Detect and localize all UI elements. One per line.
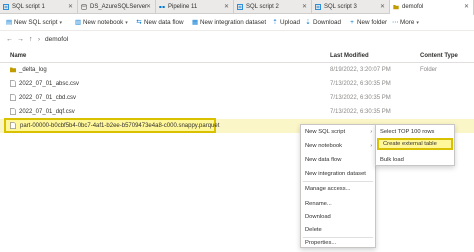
close-tab-icon[interactable]: ✕ — [380, 0, 385, 14]
download-button[interactable]: ⇣ Download — [305, 15, 341, 31]
menu-rename[interactable]: Rename... — [301, 198, 375, 210]
chevron-down-icon: ▾ — [416, 20, 419, 26]
chevron-right-icon: › — [38, 37, 40, 43]
back-icon[interactable]: ← — [6, 34, 13, 46]
menu-new-notebook[interactable]: New notebook › — [301, 140, 375, 152]
chevron-right-icon: › — [370, 129, 372, 135]
file-name: part-00000-b0cbf5b4-0bc7-4af1-b2ee-b5709… — [20, 123, 220, 129]
menu-create-external-table[interactable]: Create external table — [377, 138, 453, 150]
close-tab-icon[interactable]: ✕ — [68, 0, 73, 14]
dataset-icon — [81, 4, 87, 10]
sql-script-icon: ▤ — [6, 19, 13, 26]
breadcrumb[interactable]: demofol — [45, 34, 68, 46]
column-last-modified[interactable]: Last Modified — [330, 53, 369, 59]
new-sql-script-button[interactable]: ▤ New SQL script ▾ — [6, 15, 62, 31]
tab-demofol[interactable]: demofol ✕ — [390, 0, 474, 15]
file-modified: 7/13/2022, 6:30:35 PM — [330, 109, 391, 115]
list-item[interactable]: 2022_07_01_absc.csv 7/13/2022, 6:30:35 P… — [0, 77, 474, 91]
tab-label: SQL script 1 — [12, 4, 45, 10]
tab-sql-script-2[interactable]: SQL script 2 ✕ — [234, 0, 312, 14]
menu-new-data-flow[interactable]: New data flow — [301, 154, 375, 166]
tab-ds-azuresqlserver[interactable]: DS_AzureSQLServer ✕ — [78, 0, 156, 14]
tab-sql-script-1[interactable]: SQL script 1 ✕ — [0, 0, 78, 14]
close-tab-icon[interactable]: ✕ — [146, 0, 151, 14]
menu-properties[interactable]: Properties... — [301, 237, 375, 249]
file-name: 2022_07_01_absc.csv — [19, 81, 80, 87]
download-icon: ⇣ — [305, 19, 311, 26]
folder-icon — [10, 67, 16, 73]
file-modified: 7/13/2022, 6:30:35 PM — [330, 81, 391, 87]
selected-parquet-file[interactable]: part-00000-b0cbf5b4-0bc7-4af1-b2ee-b5709… — [4, 118, 220, 133]
notebook-icon: ▥ — [75, 19, 82, 26]
new-folder-button[interactable]: + New folder — [349, 15, 387, 31]
list-item[interactable]: _delta_log 8/19/2022, 3:20:07 PM Folder — [0, 63, 474, 77]
upload-button[interactable]: ⇡ Upload — [272, 15, 300, 31]
tab-bar: SQL script 1 ✕ DS_AzureSQLServer ✕ Pipel… — [0, 0, 474, 15]
path-bar: ← → ↑ › demofol — [0, 34, 474, 46]
context-menu: New SQL script › New notebook › New data f… — [300, 124, 376, 248]
menu-delete[interactable]: Delete — [301, 224, 375, 236]
close-tab-icon[interactable]: ✕ — [224, 0, 229, 14]
tab-pipeline-11[interactable]: Pipeline 11 ✕ — [156, 0, 234, 14]
list-item[interactable]: 2022_07_01_dqf.csv 7/13/2022, 6:30:35 PM — [0, 105, 474, 119]
add-icon: + — [350, 19, 354, 26]
pipeline-icon — [159, 6, 165, 8]
tab-label: DS_AzureSQLServer — [90, 4, 148, 10]
close-tab-icon[interactable]: ✕ — [302, 0, 307, 14]
file-icon — [10, 94, 16, 101]
menu-manage-access[interactable]: Manage access... — [301, 183, 375, 195]
file-modified: 8/19/2022, 3:20:07 PM — [330, 67, 391, 73]
up-icon[interactable]: ↑ — [29, 34, 33, 46]
menu-select-top-100-rows[interactable]: Select TOP 100 rows — [376, 126, 454, 138]
new-integration-dataset-button[interactable]: ▦ New integration dataset — [192, 15, 266, 31]
data-flow-icon: ⇆ — [136, 19, 142, 26]
file-name: 2022_07_01_dqf.csv — [19, 109, 75, 115]
sort-up-icon: ↑ — [22, 52, 25, 58]
file-icon — [10, 108, 16, 115]
new-data-flow-button[interactable]: ⇆ New data flow — [136, 15, 183, 31]
sql-script-icon — [3, 4, 9, 10]
file-name: 2022_07_01_cbd.csv — [19, 95, 77, 101]
tab-label: SQL script 2 — [246, 4, 279, 10]
more-icon: ⋯ — [392, 19, 399, 26]
tab-label: SQL script 3 — [324, 4, 357, 10]
close-tab-icon[interactable]: ✕ — [464, 0, 469, 14]
file-modified: 7/13/2022, 6:30:35 PM — [330, 95, 391, 101]
sql-script-icon — [315, 4, 321, 10]
menu-new-integration-dataset[interactable]: New integration dataset — [301, 168, 375, 180]
toolbar: ▤ New SQL script ▾ ▥ New notebook ▾ ⇆ New dat… — [0, 15, 474, 31]
dataset-icon: ▦ — [192, 19, 199, 26]
submenu: Select TOP 100 rows Create external tabl… — [375, 124, 455, 166]
column-content-type[interactable]: Content Type — [420, 53, 458, 59]
file-list-header: Name ↑ Last Modified Content Type — [0, 52, 474, 63]
file-icon — [10, 122, 16, 129]
menu-download[interactable]: Download — [301, 211, 375, 223]
tab-label: demofol — [402, 4, 424, 10]
file-icon — [10, 80, 16, 87]
menu-bulk-load[interactable]: Bulk load — [376, 154, 454, 166]
menu-new-sql-script[interactable]: New SQL script › — [301, 126, 375, 138]
more-button[interactable]: ⋯ More ▾ — [392, 15, 419, 31]
tab-sql-script-3[interactable]: SQL script 3 ✕ — [312, 0, 390, 14]
chevron-down-icon: ▾ — [59, 20, 63, 26]
chevron-right-icon: › — [370, 143, 372, 149]
tab-label: Pipeline 11 — [168, 4, 198, 10]
folder-icon — [393, 5, 399, 10]
upload-icon: ⇡ — [272, 19, 278, 26]
sql-script-icon — [237, 4, 243, 10]
chevron-down-icon: ▾ — [125, 20, 128, 26]
new-notebook-button[interactable]: ▥ New notebook ▾ — [75, 15, 128, 31]
file-name: _delta_log — [19, 67, 47, 73]
file-type: Folder — [420, 67, 438, 73]
forward-icon[interactable]: → — [17, 34, 24, 46]
list-item[interactable]: 2022_07_01_cbd.csv 7/13/2022, 6:30:35 PM — [0, 91, 474, 105]
menu-divider — [303, 181, 373, 182]
